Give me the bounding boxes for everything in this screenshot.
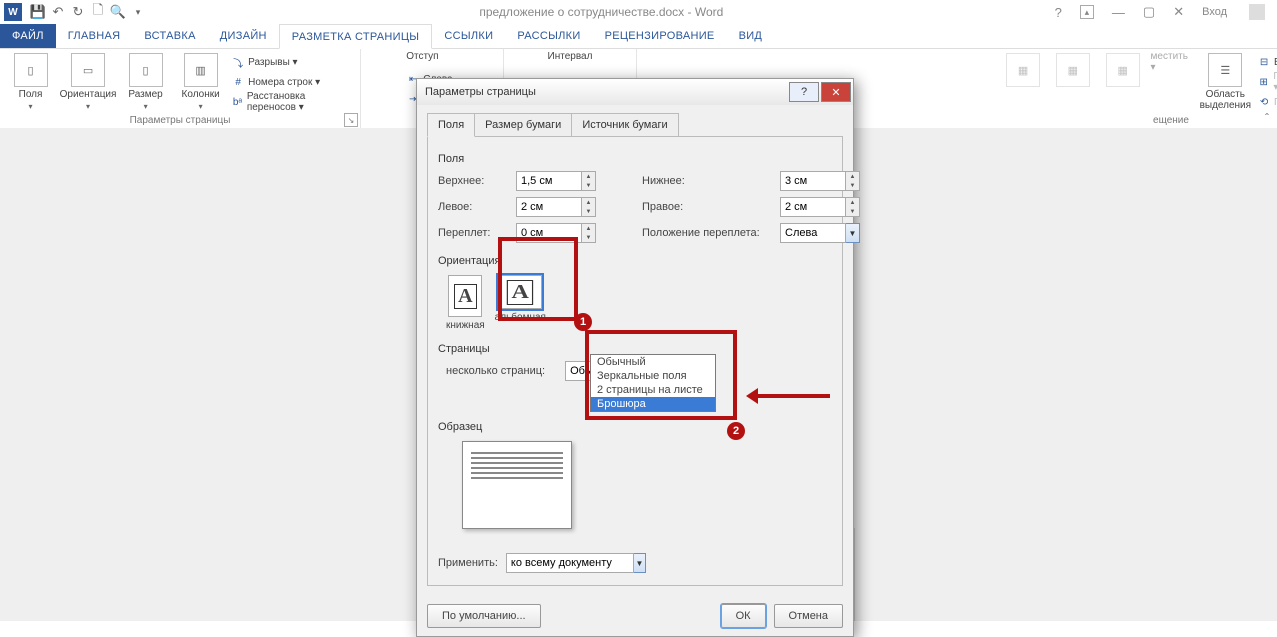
size-button[interactable]: ▯Размер▾ bbox=[121, 51, 170, 111]
save-icon[interactable]: 💾 bbox=[28, 2, 48, 22]
indent-label: Отступ bbox=[406, 51, 438, 62]
tab-design[interactable]: ДИЗАЙН bbox=[208, 24, 279, 48]
section-margins: Поля bbox=[438, 153, 832, 165]
dd-option-booklet[interactable]: Брошюра bbox=[591, 397, 715, 411]
dd-option-two-per-sheet[interactable]: 2 страницы на листе bbox=[591, 383, 715, 397]
breaks-button[interactable]: ⤵Разрывы ▾ bbox=[231, 53, 354, 71]
wrap-text-button[interactable]: ▦ bbox=[1051, 51, 1095, 111]
collapse-ribbon-icon[interactable]: ˆ bbox=[1265, 111, 1269, 125]
orientation-button[interactable]: ▭Ориентация▾ bbox=[61, 51, 115, 111]
top-input[interactable]: ▲▼ bbox=[516, 171, 596, 191]
spacing-label: Интервал bbox=[548, 51, 593, 62]
help-icon[interactable]: ? bbox=[1055, 5, 1062, 20]
columns-button[interactable]: ▥Колонки▾ bbox=[176, 51, 225, 111]
chevron-down-icon[interactable]: ▼ bbox=[634, 553, 646, 573]
rotate-icon: ⟲ bbox=[1257, 95, 1271, 109]
multiple-pages-dropdown: Обычный Зеркальные поля 2 страницы на ли… bbox=[590, 354, 716, 412]
align-icon: ⊟ bbox=[1257, 55, 1271, 69]
group-arrange: ▦ ▦ ▦ местить ▾ ☰Область выделения ⊟Выро… bbox=[1065, 49, 1277, 129]
dd-option-normal[interactable]: Обычный bbox=[591, 355, 715, 369]
right-label: Правое: bbox=[642, 201, 772, 213]
ok-button[interactable]: ОК bbox=[721, 604, 766, 628]
gutter-input[interactable]: ▲▼ bbox=[516, 223, 596, 243]
quick-access-toolbar: W 💾 ↶ ↻ 🗋 🔍 ▾ предложение о сотрудничест… bbox=[0, 0, 1277, 24]
left-input[interactable]: ▲▼ bbox=[516, 197, 596, 217]
right-input[interactable]: ▲▼ bbox=[780, 197, 860, 217]
rotate-button: ⟲Повернуть ▾ bbox=[1257, 93, 1277, 111]
sign-in-link[interactable]: Вход bbox=[1202, 6, 1227, 18]
dialog-close-icon[interactable]: ✕ bbox=[821, 82, 851, 102]
dialog-title: Параметры страницы bbox=[425, 86, 536, 98]
window-title: предложение о сотрудничестве.docx - Word bbox=[148, 5, 1055, 19]
position-button[interactable]: ▦ bbox=[1001, 51, 1045, 111]
group-page-setup: ▯Поля▾ ▭Ориентация▾ ▯Размер▾ ▥Колонки▾ ⤵… bbox=[0, 49, 361, 129]
maximize-icon[interactable]: ▢ bbox=[1143, 4, 1155, 20]
preview-pane bbox=[462, 441, 572, 529]
bring-forward-button[interactable]: ▦ bbox=[1101, 51, 1145, 111]
ribbon-options-icon[interactable]: ▴ bbox=[1080, 5, 1094, 19]
qat-more-icon[interactable]: ▾ bbox=[128, 2, 148, 22]
avatar[interactable] bbox=[1249, 4, 1265, 20]
page-setup-launcher[interactable]: ↘ bbox=[344, 113, 358, 127]
line-numbers-button[interactable]: #Номера строк ▾ bbox=[231, 73, 354, 91]
hyphenation-button[interactable]: bᵃРасстановка переносов ▾ bbox=[231, 93, 354, 111]
top-label: Верхнее: bbox=[438, 175, 508, 187]
word-icon: W bbox=[4, 3, 22, 21]
orientation-portrait[interactable]: A книжная bbox=[446, 275, 485, 331]
new-doc-icon[interactable]: 🗋 bbox=[88, 2, 108, 22]
print-preview-icon[interactable]: 🔍 bbox=[108, 2, 128, 22]
gutter-label: Переплет: bbox=[438, 227, 508, 239]
group-label: Параметры страницы bbox=[130, 115, 231, 126]
group-objects-button: ⊞Группировать ▾ bbox=[1257, 73, 1277, 91]
left-label: Левое: bbox=[438, 201, 508, 213]
dialog-titlebar[interactable]: Параметры страницы ? ✕ bbox=[417, 79, 853, 105]
gutter-pos-label: Положение переплета: bbox=[642, 227, 772, 239]
minimize-icon[interactable]: — bbox=[1112, 5, 1125, 20]
selection-pane-button[interactable]: ☰Область выделения bbox=[1200, 51, 1251, 111]
line-numbers-icon: # bbox=[231, 75, 245, 89]
tab-mailings[interactable]: РАССЫЛКИ bbox=[505, 24, 592, 48]
wrap-label[interactable]: местить ▾ bbox=[1151, 53, 1194, 71]
arrange-label: ещение bbox=[1153, 115, 1189, 126]
tab-insert[interactable]: ВСТАВКА bbox=[132, 24, 207, 48]
tab-review[interactable]: РЕЦЕНЗИРОВАНИЕ bbox=[593, 24, 727, 48]
hyphenation-icon: bᵃ bbox=[231, 95, 244, 109]
dialog-help-icon[interactable]: ? bbox=[789, 82, 819, 102]
redo-icon[interactable]: ↻ bbox=[68, 2, 88, 22]
dlg-tab-margins[interactable]: Поля bbox=[427, 113, 475, 137]
apply-to-label: Применить: bbox=[438, 557, 498, 569]
dlg-tab-paper[interactable]: Размер бумаги bbox=[474, 113, 572, 137]
chevron-down-icon[interactable]: ▼ bbox=[846, 223, 860, 243]
dd-option-mirror[interactable]: Зеркальные поля bbox=[591, 369, 715, 383]
close-icon[interactable]: ✕ bbox=[1173, 4, 1184, 20]
align-button[interactable]: ⊟Выровнять ▾ bbox=[1257, 53, 1277, 71]
gutter-pos-combo[interactable]: ▼ bbox=[780, 223, 860, 243]
apply-to-combo[interactable]: ▼ bbox=[506, 553, 646, 573]
tab-view[interactable]: ВИД bbox=[727, 24, 775, 48]
group-icon: ⊞ bbox=[1257, 75, 1270, 89]
orientation-landscape[interactable]: A альбомная bbox=[495, 275, 546, 331]
tab-references[interactable]: ССЫЛКИ bbox=[432, 24, 505, 48]
default-button[interactable]: По умолчанию... bbox=[427, 604, 541, 628]
ribbon-tabs: ФАЙЛ ГЛАВНАЯ ВСТАВКА ДИЗАЙН РАЗМЕТКА СТР… bbox=[0, 24, 1277, 49]
tab-home[interactable]: ГЛАВНАЯ bbox=[56, 24, 133, 48]
section-orientation: Ориентация bbox=[438, 255, 832, 267]
dialog-tabs: Поля Размер бумаги Источник бумаги bbox=[427, 113, 843, 137]
dlg-tab-source[interactable]: Источник бумаги bbox=[571, 113, 678, 137]
tab-file[interactable]: ФАЙЛ bbox=[0, 24, 56, 48]
margins-button[interactable]: ▯Поля▾ bbox=[6, 51, 55, 111]
bottom-input[interactable]: ▲▼ bbox=[780, 171, 860, 191]
cancel-button[interactable]: Отмена bbox=[774, 604, 843, 628]
breaks-icon: ⤵ bbox=[231, 55, 245, 69]
tab-page-layout[interactable]: РАЗМЕТКА СТРАНИЦЫ bbox=[279, 24, 433, 49]
bottom-label: Нижнее: bbox=[642, 175, 772, 187]
section-preview: Образец bbox=[438, 421, 832, 433]
undo-icon[interactable]: ↶ bbox=[48, 2, 68, 22]
multiple-pages-label: несколько страниц: bbox=[446, 365, 545, 377]
